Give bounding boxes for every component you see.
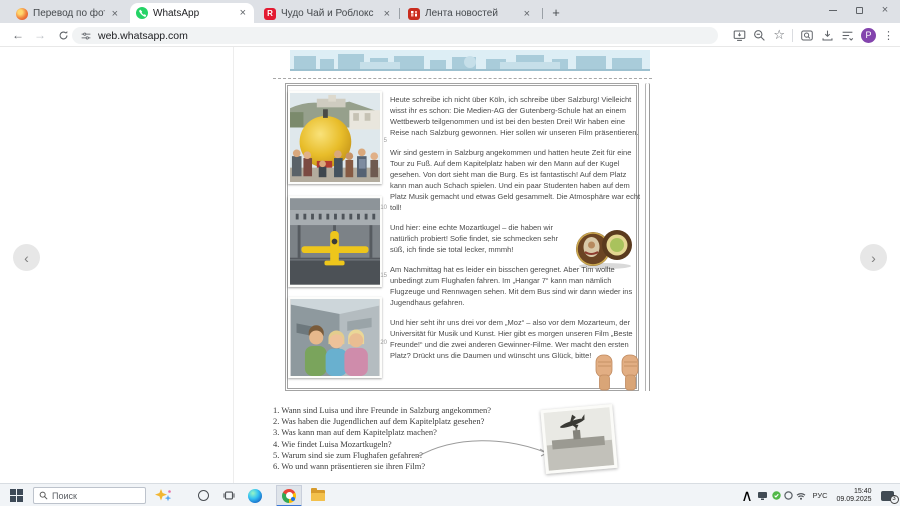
- edge-icon: [248, 488, 262, 503]
- page-roll-edge: [645, 83, 650, 391]
- question-item: 2. Was haben die Jugendlichen auf dem Ka…: [273, 416, 485, 427]
- windows-taskbar: ∧ РУС 15:40 09.09.2025 3: [0, 483, 900, 506]
- panel-divider: [233, 47, 234, 483]
- tray-sync-icon[interactable]: [783, 484, 794, 506]
- search-input[interactable]: [52, 490, 132, 501]
- tab-title: Перевод по фото онлайн с ан: [33, 8, 105, 19]
- tab-title: Чудо Чай и Роблокс Квин пр: [281, 8, 377, 19]
- tab-favicon-translate-icon: [16, 7, 28, 20]
- task-view-button[interactable]: [218, 486, 240, 505]
- minimize-icon: [829, 9, 837, 11]
- window-close-button[interactable]: ×: [874, 0, 896, 20]
- search-tabs-icon[interactable]: [800, 29, 814, 42]
- cortana-icon: [197, 490, 209, 501]
- toolbar-separator: [792, 28, 793, 42]
- chrome-button-active[interactable]: [276, 485, 302, 506]
- address-bar[interactable]: web.whatsapp.com: [72, 27, 718, 44]
- tab-title: Лента новостей: [425, 8, 498, 19]
- back-button[interactable]: ←: [8, 25, 28, 45]
- notification-icon: 3: [880, 490, 899, 504]
- textbook-page-image: Heute schreibe ich nicht über Köln, ich …: [273, 50, 663, 480]
- reading-list-icon[interactable]: [841, 29, 854, 42]
- next-image-button[interactable]: ›: [860, 244, 887, 271]
- maximize-icon: [855, 6, 863, 14]
- screen: Перевод по фото онлайн с ан × WhatsApp ×…: [0, 0, 900, 506]
- airplane-photo: [540, 403, 618, 475]
- downloads-icon[interactable]: [821, 29, 834, 42]
- whatsapp-favicon-icon: [136, 7, 148, 19]
- language-indicator[interactable]: РУС: [808, 484, 832, 506]
- file-explorer-button[interactable]: [311, 488, 325, 501]
- tray-app-icon[interactable]: [756, 484, 769, 506]
- letter-paragraph: Und hier: eine echte Mozartkugel – die h…: [390, 223, 558, 254]
- notification-center-button[interactable]: 3: [878, 484, 899, 506]
- start-button[interactable]: [10, 489, 23, 502]
- tab-whatsapp[interactable]: WhatsApp ×: [130, 3, 254, 23]
- network-icon[interactable]: [795, 484, 807, 506]
- tray-expand-button[interactable]: ∧: [740, 484, 754, 506]
- chrome-icon: [282, 488, 296, 503]
- tab-close-icon[interactable]: ×: [522, 8, 532, 20]
- friends-mozarteum-photo: [288, 297, 382, 378]
- tray-time: 15:40: [853, 487, 872, 495]
- profile-avatar[interactable]: P: [861, 27, 876, 43]
- arrow-annotation: [416, 440, 548, 458]
- letter-paragraph: Am Nachmittag hat es leider ein bisschen…: [390, 265, 633, 307]
- crossed-fingers-fists-image: [593, 353, 643, 391]
- mozartkugel-photo: [573, 224, 635, 270]
- edge-button[interactable]: [244, 486, 266, 505]
- window-minimize-button[interactable]: [822, 0, 844, 20]
- reload-icon: [59, 30, 67, 39]
- copilot-sparkle-icon: [153, 488, 173, 504]
- kapitelplatz-sphere-photo: [288, 91, 382, 184]
- letter-paragraph: Heute schreibe ich nicht über Köln, ich …: [390, 95, 639, 137]
- toolbar-actions: ☆ P ⋮: [733, 23, 898, 47]
- tab-photo-translate[interactable]: Перевод по фото онлайн с ан ×: [10, 4, 126, 23]
- search-icon: [39, 491, 48, 500]
- task-view-icon: [223, 491, 235, 500]
- line-number: 15: [380, 273, 387, 279]
- tray-date: 09.09.2025: [836, 495, 872, 503]
- site-settings-icon: [81, 32, 91, 39]
- previous-image-button[interactable]: ‹: [13, 244, 40, 271]
- forward-button[interactable]: →: [30, 25, 50, 45]
- window-maximize-button[interactable]: [848, 0, 870, 20]
- url-text: web.whatsapp.com: [98, 29, 188, 42]
- line-number: 5: [383, 138, 387, 144]
- letter-paragraph: Wir sind gestern in Salzburg angekommen …: [390, 148, 641, 212]
- news-favicon-icon: [408, 7, 420, 20]
- hangar7-photo: [288, 196, 382, 287]
- notification-badge: 3: [889, 494, 899, 504]
- line-number: 20: [380, 340, 387, 346]
- reload-button[interactable]: [53, 25, 73, 45]
- windows-logo-icon: [10, 489, 16, 495]
- tab-title: WhatsApp: [153, 7, 200, 19]
- tab-separator: [399, 8, 400, 19]
- bookmark-star-icon[interactable]: ☆: [773, 27, 785, 43]
- tab-close-icon[interactable]: ×: [382, 8, 392, 20]
- whatsapp-image-viewer: ‹ › Heute schreibe ich nicht über Köln, …: [0, 47, 900, 483]
- tab-news-feed[interactable]: Лента новостей ×: [402, 4, 538, 23]
- tab-rutube[interactable]: R Чудо Чай и Роблокс Квин пр ×: [258, 4, 398, 23]
- rutube-favicon-icon: R: [264, 7, 276, 20]
- line-number: 10: [380, 205, 387, 211]
- tab-separator: [542, 8, 543, 19]
- tab-close-icon[interactable]: ×: [238, 7, 248, 19]
- copilot-button[interactable]: [152, 486, 174, 505]
- taskbar-search[interactable]: [33, 487, 146, 504]
- cut-line: [273, 78, 652, 79]
- install-app-icon[interactable]: [733, 29, 746, 42]
- salzburg-panorama-photo: [290, 50, 650, 71]
- zoom-icon[interactable]: [753, 29, 766, 42]
- tab-close-icon[interactable]: ×: [110, 8, 120, 20]
- browser-menu-icon[interactable]: ⋮: [883, 29, 894, 42]
- tray-antivirus-icon[interactable]: [770, 484, 782, 506]
- question-item: 1. Wann sind Luisa und ihre Freunde in S…: [273, 405, 492, 415]
- clock[interactable]: 15:40 09.09.2025: [832, 484, 876, 506]
- cortana-button[interactable]: [192, 486, 214, 505]
- new-tab-button[interactable]: +: [548, 4, 564, 20]
- browser-tab-strip: Перевод по фото онлайн с ан × WhatsApp ×…: [0, 0, 900, 23]
